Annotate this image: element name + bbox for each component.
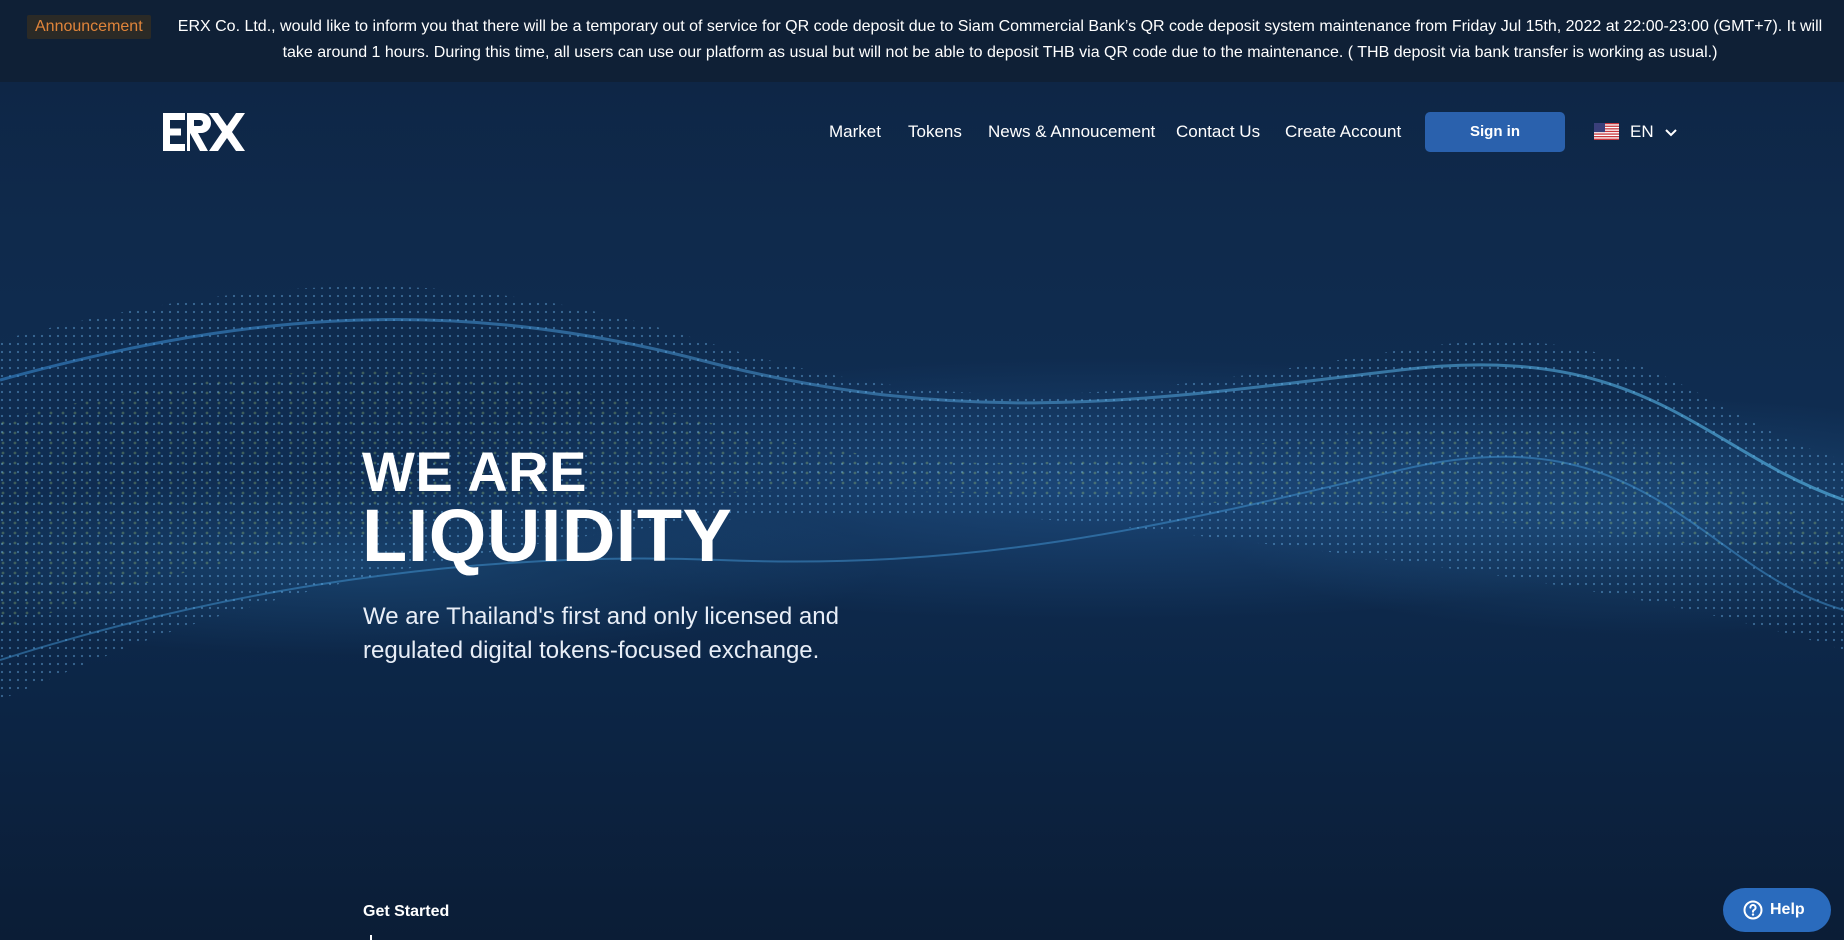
- scroll-indicator: [370, 935, 372, 940]
- page: Announcement ERX Co. Ltd., would like to…: [0, 0, 1844, 940]
- announcement-bar: Announcement ERX Co. Ltd., would like to…: [0, 0, 1844, 82]
- nav-create-account[interactable]: Create Account: [1285, 120, 1401, 144]
- erx-logo[interactable]: [163, 112, 245, 152]
- us-flag-icon: [1594, 123, 1619, 140]
- nav-tokens[interactable]: Tokens: [908, 120, 962, 144]
- language-label: EN: [1630, 122, 1654, 141]
- nav-market[interactable]: Market: [829, 120, 881, 144]
- nav-contact-us[interactable]: Contact Us: [1176, 120, 1260, 144]
- announcement-text: ERX Co. Ltd., would like to inform you t…: [177, 18, 1823, 61]
- sign-in-button[interactable]: Sign in: [1425, 112, 1565, 152]
- hero-subtitle: We are Thailand's first and only license…: [363, 603, 839, 664]
- help-label: Help: [1770, 901, 1805, 918]
- chevron-down-icon: [1665, 129, 1677, 137]
- question-circle-icon: [1743, 900, 1763, 920]
- announcement-badge: Announcement: [27, 15, 151, 39]
- hero-title-line2: LIQUIDITY: [362, 494, 733, 577]
- hero-title-line1: WE ARE: [362, 440, 587, 503]
- particle-wave-background: [0, 286, 1844, 700]
- nav-news-announcement[interactable]: News & Annoucement: [988, 120, 1155, 144]
- get-started-link[interactable]: Get Started: [363, 901, 449, 923]
- help-button[interactable]: Help: [1723, 888, 1831, 932]
